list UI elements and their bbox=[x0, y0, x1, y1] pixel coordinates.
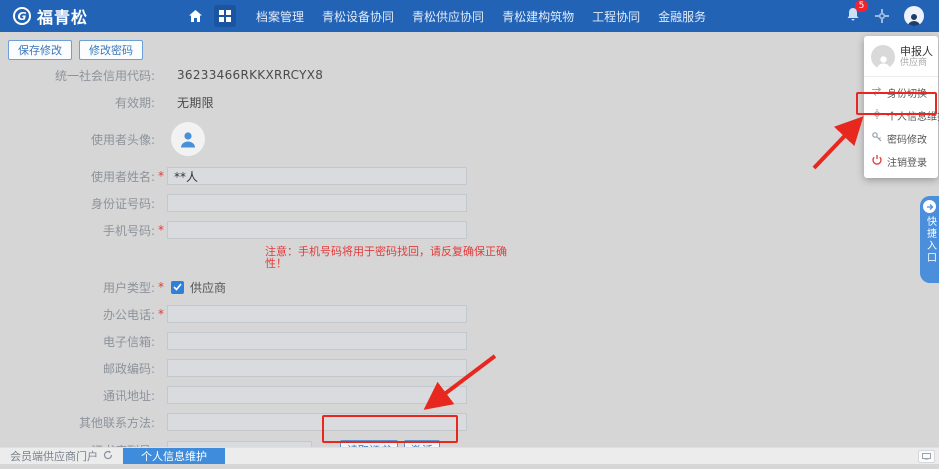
user-avatar-icon[interactable] bbox=[904, 6, 924, 26]
dropdown-divider bbox=[864, 76, 938, 77]
field-label: 办公电话: bbox=[0, 306, 155, 323]
dropdown-user-name: 申报人 bbox=[900, 45, 933, 58]
refresh-icon bbox=[103, 450, 113, 463]
validity-value: 无期限 bbox=[167, 94, 214, 111]
save-changes-button[interactable]: 保存修改 bbox=[8, 40, 72, 60]
gear-icon[interactable] bbox=[875, 9, 889, 23]
office-phone-input[interactable] bbox=[167, 305, 467, 323]
form-row-mobile: 手机号码: * bbox=[0, 221, 520, 239]
form-row-username: 使用者姓名: * bbox=[0, 167, 520, 185]
dropdown-user-role: 供应商 bbox=[900, 58, 933, 69]
field-label: 手机号码: bbox=[0, 222, 155, 239]
top-menu: 档案管理 青松设备协同 青松供应协同 青松建构筑物 工程协同 金融服务 bbox=[256, 8, 706, 25]
menu-item-change-password[interactable]: 密码修改 bbox=[864, 127, 938, 150]
form-row-credit-code: 统一社会信用代码: 36233466RKKXRRCYX8 bbox=[0, 66, 520, 84]
dropdown-user-header: 申报人 供应商 bbox=[864, 43, 938, 76]
notification-bell-icon[interactable]: 5 bbox=[846, 7, 860, 25]
form-row-other-contact: 其他联系方法: bbox=[0, 413, 520, 431]
required-mark: * bbox=[155, 223, 167, 237]
form-row-validity: 有效期: 无期限 bbox=[0, 93, 520, 111]
change-password-button[interactable]: 修改密码 bbox=[79, 40, 143, 60]
email-input[interactable] bbox=[167, 332, 467, 350]
swap-icon bbox=[872, 87, 882, 99]
address-input[interactable] bbox=[167, 386, 467, 404]
home-icon[interactable] bbox=[184, 5, 206, 27]
active-tab-personal-info[interactable]: 个人信息维护 bbox=[123, 448, 225, 464]
menu-item-logout[interactable]: 注销登录 bbox=[864, 150, 938, 173]
field-label: 用户类型: bbox=[0, 279, 155, 296]
bottom-task-bar: 会员端供应商门户 个人信息维护 bbox=[0, 447, 939, 464]
user-maintain-icon bbox=[872, 109, 882, 122]
quick-entry-label: 快捷入口 bbox=[923, 216, 937, 264]
supplier-checkbox-label: 供应商 bbox=[190, 279, 226, 296]
app-logo[interactable]: G 福青松 bbox=[0, 4, 88, 28]
form-row-id-number: 身份证号码: bbox=[0, 194, 520, 212]
menu-item-label: 个人信息维护 bbox=[887, 108, 939, 123]
id-number-input[interactable] bbox=[167, 194, 467, 212]
form-row-postcode: 邮政编码: bbox=[0, 359, 520, 377]
nav-item-equipment[interactable]: 青松设备协同 bbox=[322, 8, 394, 25]
quick-entry-icon bbox=[923, 200, 936, 213]
menu-item-label: 注销登录 bbox=[887, 154, 927, 169]
username-input[interactable] bbox=[167, 167, 467, 185]
form-row-user-type: 用户类型: * 供应商 bbox=[0, 278, 520, 296]
nav-item-archive[interactable]: 档案管理 bbox=[256, 8, 304, 25]
postcode-input[interactable] bbox=[167, 359, 467, 377]
menu-item-label: 密码修改 bbox=[887, 131, 927, 146]
field-label: 身份证号码: bbox=[0, 195, 155, 212]
quick-entry-tab[interactable]: 快捷入口 bbox=[920, 196, 939, 283]
nav-item-supply[interactable]: 青松供应协同 bbox=[412, 8, 484, 25]
field-label: 电子信箱: bbox=[0, 333, 155, 350]
required-mark: * bbox=[155, 307, 167, 321]
supplier-checkbox[interactable] bbox=[171, 281, 184, 294]
dropdown-avatar-icon bbox=[871, 45, 895, 69]
field-label: 有效期: bbox=[0, 94, 155, 111]
portal-home-tab[interactable]: 会员端供应商门户 bbox=[0, 448, 123, 464]
mobile-warning-note: 注意：手机号码将用于密码找回，请反复确保正确性！ bbox=[0, 246, 520, 270]
required-mark: * bbox=[155, 169, 167, 183]
user-photo-avatar[interactable] bbox=[171, 122, 205, 156]
logo-g-icon: G bbox=[13, 7, 31, 25]
field-label: 统一社会信用代码: bbox=[0, 67, 155, 84]
portal-label: 会员端供应商门户 bbox=[10, 448, 98, 464]
user-dropdown-menu: 申报人 供应商 身份切换 个人信息维护 密码修改 注销登录 bbox=[864, 36, 938, 178]
menu-item-label: 身份切换 bbox=[887, 85, 927, 100]
show-desktop-button[interactable] bbox=[918, 450, 935, 463]
key-icon bbox=[872, 132, 882, 145]
field-label: 使用者头像: bbox=[0, 131, 155, 148]
required-mark: * bbox=[155, 280, 167, 294]
nav-item-structures[interactable]: 青松建构筑物 bbox=[502, 8, 574, 25]
menu-item-personal-info[interactable]: 个人信息维护 bbox=[864, 104, 938, 127]
form-row-office-phone: 办公电话: * bbox=[0, 305, 520, 323]
field-label: 其他联系方法: bbox=[0, 414, 155, 431]
top-navigation-bar: G 福青松 档案管理 青松设备协同 青松供应协同 青松建构筑物 工程协同 金融服… bbox=[0, 0, 939, 32]
nav-item-engineering[interactable]: 工程协同 bbox=[592, 8, 640, 25]
other-contact-input[interactable] bbox=[167, 413, 467, 431]
field-label: 使用者姓名: bbox=[0, 168, 155, 185]
power-icon bbox=[872, 155, 882, 168]
menu-item-identity-switch[interactable]: 身份切换 bbox=[864, 81, 938, 104]
credit-code-value: 36233466RKKXRRCYX8 bbox=[167, 68, 323, 82]
field-label: 邮政编码: bbox=[0, 360, 155, 377]
personal-info-form: 统一社会信用代码: 36233466RKKXRRCYX8 有效期: 无期限 使用… bbox=[0, 62, 520, 469]
logo-text: 福青松 bbox=[37, 4, 88, 28]
field-label: 通讯地址: bbox=[0, 387, 155, 404]
mobile-input[interactable] bbox=[167, 221, 467, 239]
notification-badge: 5 bbox=[855, 0, 868, 12]
form-row-avatar: 使用者头像: bbox=[0, 120, 520, 158]
form-row-address: 通讯地址: bbox=[0, 386, 520, 404]
nav-item-finance[interactable]: 金融服务 bbox=[658, 8, 706, 25]
apps-grid-icon[interactable] bbox=[214, 5, 236, 27]
form-row-email: 电子信箱: bbox=[0, 332, 520, 350]
